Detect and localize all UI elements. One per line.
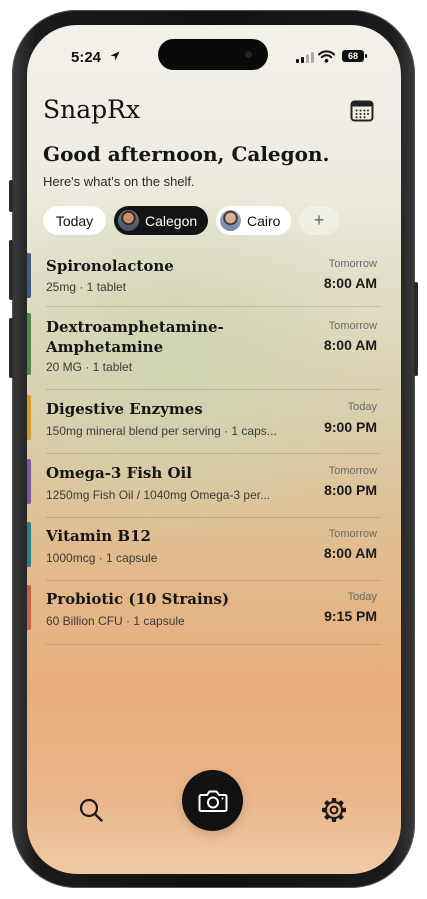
gear-icon[interactable] xyxy=(321,797,347,823)
medication-name-line: Spironolactone xyxy=(46,257,174,275)
medication-name: Omega-3 Fish Oil xyxy=(46,463,192,483)
camera-button[interactable] xyxy=(182,770,243,831)
medication-name: Vitamin B12 xyxy=(46,526,151,546)
medication-name-line: Omega-3 Fish Oil xyxy=(46,464,192,482)
avatar xyxy=(220,210,241,231)
medication-time: 8:00 PM xyxy=(324,482,377,498)
medication-time: 9:00 PM xyxy=(324,419,377,435)
medication-row[interactable]: Spironolactone 25mg · 1 tablet Tomorrow … xyxy=(27,250,401,307)
medication-name: Spironolactone xyxy=(46,256,174,276)
medication-name-line: Vitamin B12 xyxy=(46,527,151,545)
app-title: SnapRx xyxy=(43,95,141,124)
person-name: Cairo xyxy=(247,212,281,229)
medication-color-bar xyxy=(27,522,31,567)
medication-color-bar xyxy=(27,313,31,375)
medication-row[interactable]: Vitamin B12 1000mcg · 1 capsule Tomorrow… xyxy=(27,518,401,581)
medication-row[interactable]: Probiotic (10 Strains) 60 Billion CFU · … xyxy=(27,581,401,645)
camera-icon xyxy=(198,790,227,812)
medication-name-line: Digestive Enzymes xyxy=(46,400,203,418)
greeting-heading: Good afternoon, Calegon. xyxy=(43,142,330,166)
calendar-icon[interactable] xyxy=(350,100,374,122)
medication-color-bar xyxy=(27,395,31,440)
front-camera xyxy=(245,51,252,58)
app-screen: 5:24 68 SnapRx Good afternoon, Calegon. … xyxy=(27,25,401,874)
medication-day: Tomorrow xyxy=(328,528,377,540)
person-name: Calegon xyxy=(145,212,198,229)
wifi-icon xyxy=(318,50,335,63)
bottom-toolbar xyxy=(27,770,401,840)
avatar xyxy=(118,210,139,231)
medication-dose: 1250mg Fish Oil / 1040mg Omega-3 per... xyxy=(46,488,271,502)
medication-day: Today xyxy=(347,401,377,413)
divider xyxy=(46,644,381,645)
volume-up-button xyxy=(9,240,13,300)
volume-down-button xyxy=(9,318,13,378)
medication-dose: 25mg · 1 tablet xyxy=(46,280,127,294)
medication-day: Tomorrow xyxy=(328,320,377,332)
medication-name-line: Dextroamphetamine- xyxy=(46,318,224,336)
add-person-button[interactable]: + xyxy=(299,206,339,235)
action-button xyxy=(9,180,13,212)
medication-row[interactable]: Dextroamphetamine- Amphetamine 20 MG · 1… xyxy=(27,307,401,390)
medication-name-line: Probiotic (10 Strains) xyxy=(46,590,230,608)
medication-time: 9:15 PM xyxy=(324,608,377,624)
cellular-signal-icon xyxy=(296,52,314,63)
shelf-subtitle: Here's what's on the shelf. xyxy=(43,174,195,189)
medication-name: Digestive Enzymes xyxy=(46,399,203,419)
status-time: 5:24 xyxy=(71,49,102,66)
location-arrow-icon xyxy=(110,51,120,61)
medication-name-line: Amphetamine xyxy=(46,338,164,356)
medication-row[interactable]: Digestive Enzymes 150mg mineral blend pe… xyxy=(27,390,401,454)
medication-time: 8:00 AM xyxy=(323,545,377,561)
medication-color-bar xyxy=(27,585,31,630)
power-button xyxy=(414,282,418,376)
medication-name: Dextroamphetamine- Amphetamine xyxy=(46,317,224,357)
search-icon[interactable] xyxy=(78,797,104,823)
medication-day: Tomorrow xyxy=(328,465,377,477)
battery-indicator: 68 xyxy=(342,50,364,62)
medication-dose: 20 MG · 1 tablet xyxy=(46,360,133,374)
filter-person-cairo-chip[interactable]: Cairo xyxy=(216,206,291,235)
filter-today-chip[interactable]: Today xyxy=(43,206,106,235)
medication-dose: 60 Billion CFU · 1 capsule xyxy=(46,614,185,628)
medication-color-bar xyxy=(27,459,31,504)
dynamic-island xyxy=(158,39,268,70)
medication-color-bar xyxy=(27,253,31,298)
medication-day: Today xyxy=(347,591,377,603)
medication-time: 8:00 AM xyxy=(323,275,377,291)
filter-person-calegon-chip[interactable]: Calegon xyxy=(114,206,208,235)
medication-day: Tomorrow xyxy=(328,258,377,270)
medication-dose: 1000mcg · 1 capsule xyxy=(46,551,158,565)
medication-dose: 150mg mineral blend per serving · 1 caps… xyxy=(46,424,277,438)
medication-row[interactable]: Omega-3 Fish Oil 1250mg Fish Oil / 1040m… xyxy=(27,454,401,518)
medication-name: Probiotic (10 Strains) xyxy=(46,589,229,609)
medication-time: 8:00 AM xyxy=(323,337,377,353)
battery-tip xyxy=(365,54,367,58)
